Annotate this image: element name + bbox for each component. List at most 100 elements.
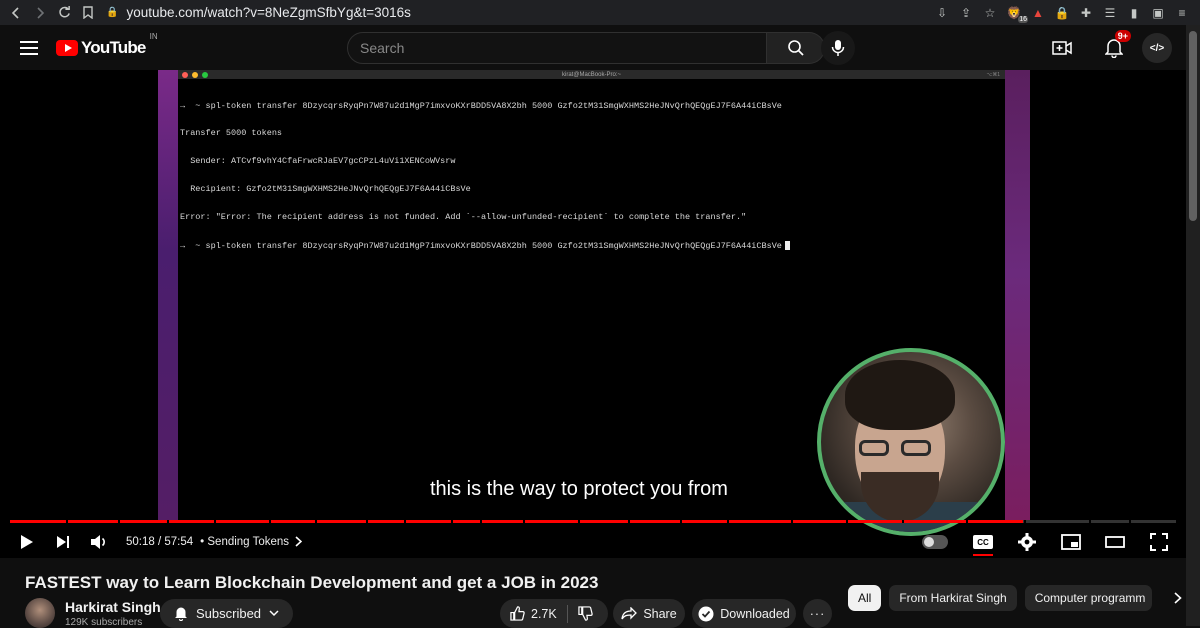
related-filter-chips: All From Harkirat Singh Computer program… bbox=[848, 585, 1190, 611]
scrollbar-thumb[interactable] bbox=[1189, 31, 1197, 221]
chapter-marker bbox=[1089, 520, 1091, 523]
chapter-marker bbox=[846, 520, 848, 523]
share-label: Share bbox=[643, 606, 677, 621]
star-icon[interactable]: ☆ bbox=[980, 3, 1000, 23]
volume-button[interactable] bbox=[84, 527, 114, 557]
bell-icon bbox=[175, 607, 187, 621]
more-actions-button[interactable]: ··· bbox=[803, 599, 832, 628]
reading-list-icon[interactable]: ☰ bbox=[1100, 3, 1120, 23]
brave-rewards-icon[interactable]: ▲ bbox=[1028, 3, 1048, 23]
terminal-title: kirat@MacBook-Pro:~ bbox=[562, 71, 621, 78]
forward-icon[interactable] bbox=[28, 0, 52, 25]
chapter-marker bbox=[269, 520, 271, 523]
terminal-line: Sender: ATCvf9vhY4CfaFrwcRJaEV7gcCPzL4uV… bbox=[180, 156, 456, 167]
password-lock-icon[interactable]: 🔒 bbox=[1052, 3, 1072, 23]
chapter-marker bbox=[315, 520, 317, 523]
bookmark-icon[interactable] bbox=[76, 0, 100, 25]
time-display: 50:18 / 57:54 bbox=[126, 535, 194, 548]
search-input[interactable] bbox=[360, 40, 766, 56]
brave-shields-icon[interactable]: 🦁 16 bbox=[1004, 3, 1028, 23]
brave-badge: 16 bbox=[1018, 15, 1028, 23]
hamburger-menu-icon[interactable] bbox=[20, 40, 38, 55]
terminal-titlebar: kirat@MacBook-Pro:~ ⌥⌘1 bbox=[178, 70, 1005, 79]
install-app-icon[interactable]: ⇩ bbox=[932, 3, 952, 23]
chapter-button[interactable]: • Sending Tokens bbox=[200, 536, 303, 548]
like-button[interactable]: 2.7K bbox=[500, 606, 567, 621]
account-avatar[interactable]: </> bbox=[1142, 33, 1172, 63]
terminal-line: Transfer 5000 tokens bbox=[180, 128, 283, 139]
chip-from-channel[interactable]: From Harkirat Singh bbox=[889, 585, 1017, 611]
settings-button[interactable] bbox=[1012, 527, 1042, 557]
page-scrollbar[interactable] bbox=[1186, 25, 1200, 626]
chevron-right-icon bbox=[295, 536, 303, 547]
chapter-marker bbox=[167, 520, 169, 523]
share-page-icon[interactable]: ⇪ bbox=[956, 3, 976, 23]
chapter-marker bbox=[214, 520, 216, 523]
thumbs-up-icon bbox=[510, 606, 525, 621]
chevron-down-icon bbox=[269, 610, 279, 617]
chapter-marker bbox=[118, 520, 120, 523]
subtitles-button[interactable]: CC bbox=[968, 527, 998, 557]
create-button[interactable] bbox=[1044, 30, 1080, 66]
chapter-marker bbox=[902, 520, 904, 523]
chapter-marker bbox=[404, 520, 406, 523]
chapter-marker bbox=[366, 520, 368, 523]
chapter-marker bbox=[451, 520, 453, 523]
fullscreen-button[interactable] bbox=[1144, 527, 1174, 557]
progress-bar[interactable] bbox=[10, 520, 1176, 523]
video-title: FASTEST way to Learn Blockchain Developm… bbox=[25, 573, 599, 592]
autoplay-switch-icon bbox=[922, 535, 948, 549]
reload-icon[interactable] bbox=[52, 0, 76, 25]
terminal-line-current: → ~ spl-token transfer 8DzycqrsRyqPn7W87… bbox=[180, 241, 1003, 251]
terminal-cursor bbox=[784, 241, 790, 251]
chip-all[interactable]: All bbox=[848, 585, 882, 611]
subscribed-button[interactable]: Subscribed bbox=[160, 599, 294, 628]
autoplay-toggle[interactable] bbox=[920, 527, 950, 557]
subtitle-caption: this is the way to protect you from bbox=[430, 478, 728, 500]
terminal-output: → ~ spl-token transfer 8DzycqrsRyqPn7W87… bbox=[178, 79, 1005, 274]
download-label: Downloaded bbox=[720, 606, 790, 621]
next-button[interactable] bbox=[48, 527, 78, 557]
youtube-logo[interactable]: YouTube IN bbox=[56, 32, 158, 58]
chip-computer-programming[interactable]: Computer programm bbox=[1024, 585, 1152, 611]
chapter-marker bbox=[66, 520, 68, 523]
channel-name[interactable]: Harkirat Singh bbox=[65, 599, 161, 615]
chapter-marker bbox=[523, 520, 525, 523]
video-player[interactable]: kirat@MacBook-Pro:~ ⌥⌘1 → ~ spl-token tr… bbox=[0, 70, 1186, 558]
chapter-marker bbox=[480, 520, 482, 523]
cc-icon: CC bbox=[973, 535, 993, 556]
share-icon bbox=[621, 607, 638, 620]
terminal-line: Error: "Error: The recipient address is … bbox=[180, 212, 747, 223]
country-code: IN bbox=[149, 31, 158, 41]
miniplayer-button[interactable] bbox=[1056, 527, 1086, 557]
channel-avatar[interactable] bbox=[25, 598, 55, 628]
chapter-marker bbox=[628, 520, 630, 523]
terminal-command: → ~ spl-token transfer 8DzycqrsRyqPn7W87… bbox=[180, 240, 782, 251]
thumbs-down-icon bbox=[578, 606, 593, 621]
back-icon[interactable] bbox=[4, 0, 28, 25]
miniplayer-icon bbox=[1061, 534, 1081, 550]
address-bar[interactable]: 🔒 youtube.com/watch?v=8NeZgmSfbYg&t=3016… bbox=[106, 5, 932, 20]
wallet-icon[interactable]: ▣ bbox=[1148, 3, 1168, 23]
youtube-header: YouTube IN 9+ </> bbox=[0, 25, 1186, 70]
player-right-controls: CC bbox=[920, 527, 1174, 557]
gear-icon bbox=[1018, 533, 1036, 551]
notifications-button[interactable]: 9+ bbox=[1096, 30, 1132, 66]
browser-menu-icon[interactable]: ≡ bbox=[1172, 3, 1192, 23]
dislike-button[interactable] bbox=[568, 606, 603, 621]
voice-search-button[interactable] bbox=[821, 31, 855, 65]
subscribed-label: Subscribed bbox=[196, 606, 262, 621]
sidebar-icon[interactable]: ▮ bbox=[1124, 3, 1144, 23]
search-button[interactable] bbox=[767, 32, 825, 64]
play-button[interactable] bbox=[12, 527, 42, 557]
chapter-marker bbox=[578, 520, 580, 523]
theater-mode-button[interactable] bbox=[1100, 527, 1130, 557]
search-box bbox=[347, 32, 767, 64]
extensions-icon[interactable]: ✚ bbox=[1076, 3, 1096, 23]
share-button[interactable]: Share bbox=[613, 599, 685, 628]
chapter-marker bbox=[1129, 520, 1131, 523]
microphone-icon bbox=[831, 40, 845, 56]
download-button[interactable]: Downloaded bbox=[692, 599, 796, 628]
skip-next-icon bbox=[57, 535, 69, 548]
terminal-line: Recipient: Gzfo2tM31SmgWXHMS2HeJNvQrhQEQ… bbox=[180, 184, 471, 195]
